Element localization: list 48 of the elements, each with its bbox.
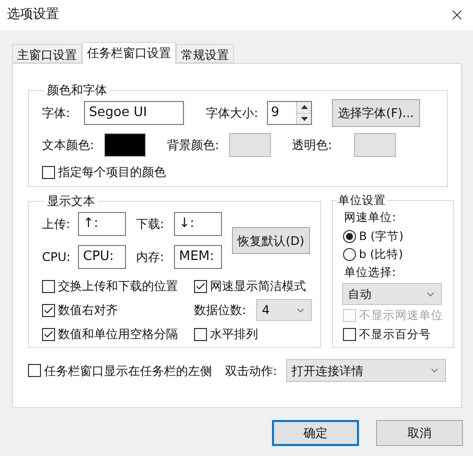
field-label: 数据位数: <box>194 302 248 319</box>
checkbox[interactable]: 网速显示简洁模式 <box>194 277 312 295</box>
checkmark-icon <box>43 304 54 316</box>
text-field[interactable]: Segoe UI <box>84 101 184 125</box>
dropdown[interactable]: 自动 <box>342 283 442 306</box>
tab[interactable]: 任务栏窗口设置 <box>82 42 176 64</box>
text-field[interactable]: MEM: <box>174 245 222 269</box>
field-label: 字体: <box>42 105 72 122</box>
text-field[interactable]: ↑: <box>78 212 126 236</box>
field-label: 字体大小: <box>206 105 260 122</box>
checkbox[interactable]: 不显示百分号 <box>343 326 443 343</box>
dropdown[interactable]: 打开连接详情 <box>286 359 446 382</box>
dropdown[interactable]: 4 <box>256 299 312 321</box>
field-label: 背景颜色: <box>167 137 220 154</box>
group-title: 颜色和字体 <box>46 82 108 99</box>
checkmark-icon <box>195 280 206 292</box>
field-label: 下载: <box>136 216 166 233</box>
checkbox[interactable]: 交换上传和下载的位置 <box>42 277 194 295</box>
field-label: 单位选择: <box>344 264 397 281</box>
group-title: 显示文本 <box>46 193 96 210</box>
color-swatch[interactable] <box>104 133 146 157</box>
tab[interactable]: 常规设置 <box>176 44 234 63</box>
field-label: 网速单位: <box>344 209 397 226</box>
color-swatch[interactable] <box>229 133 271 157</box>
group-title: 单位设置 <box>337 192 387 209</box>
choose-font-button[interactable]: 选择字体(F)... <box>332 99 420 127</box>
tab[interactable]: 主窗口设置 <box>12 44 82 63</box>
checkbox[interactable]: 水平排列 <box>194 325 312 343</box>
field-label: 文本颜色: <box>42 137 96 154</box>
checkbox[interactable]: 数值和单位用空格分隔 <box>42 325 194 343</box>
restore-defaults-button[interactable]: 恢复默认(D) <box>232 227 310 254</box>
radio-button[interactable]: B (字节) <box>343 228 443 245</box>
checkbox[interactable]: 指定每个项目的颜色 <box>42 163 434 181</box>
text-field[interactable]: ↓: <box>174 212 222 236</box>
field-label: 双击动作: <box>225 362 278 380</box>
dialog-button[interactable]: 确定 <box>272 420 359 446</box>
checkbox[interactable]: 数值右对齐 <box>42 301 194 319</box>
checkmark-icon <box>43 328 54 340</box>
radio-button[interactable]: b (比特) <box>343 246 443 263</box>
color-swatch[interactable] <box>354 133 396 157</box>
field-label: CPU: <box>42 249 72 266</box>
text-field[interactable]: CPU: <box>78 245 126 269</box>
dialog-button[interactable]: 取消 <box>376 420 463 446</box>
window-title: 选项设置 <box>7 6 59 24</box>
field-label: 透明色: <box>292 137 334 154</box>
field-label: 内存: <box>136 249 166 266</box>
field-label: 上传: <box>42 216 72 233</box>
checkbox[interactable]: 任务栏窗口显示在任务栏的左侧 <box>28 362 226 380</box>
